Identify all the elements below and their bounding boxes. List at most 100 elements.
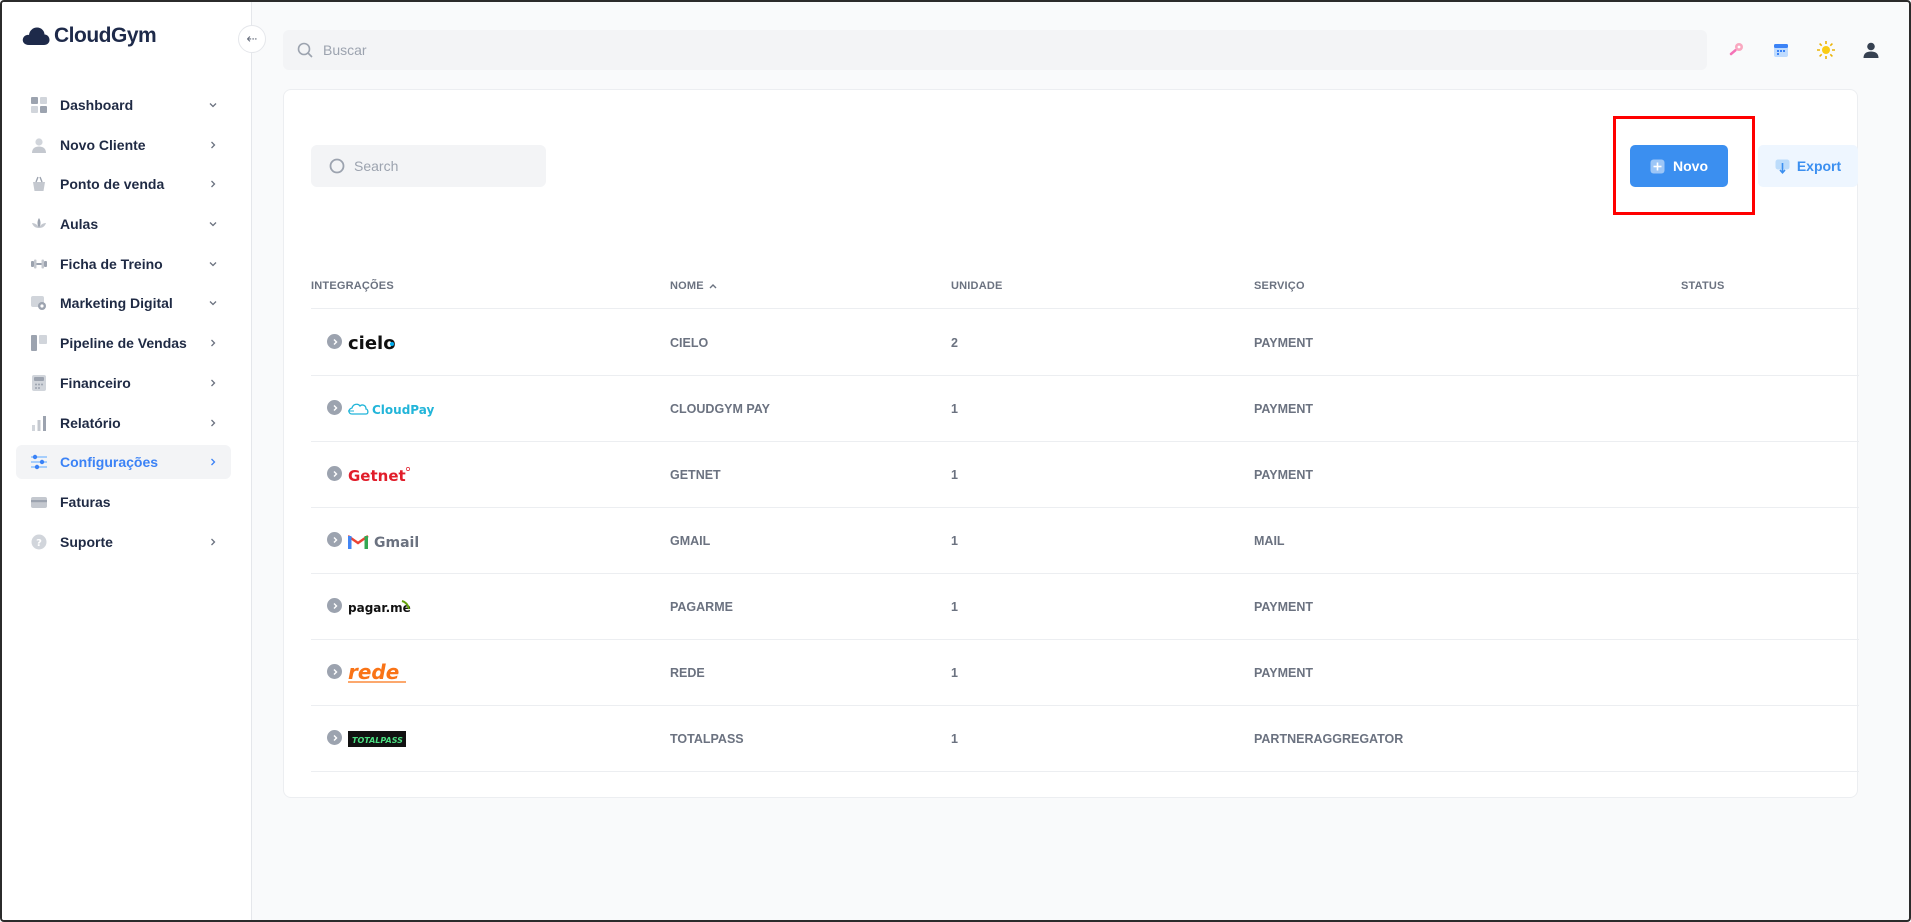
download-icon	[1775, 159, 1790, 174]
sliders-icon	[30, 453, 48, 471]
search-icon	[329, 158, 345, 173]
svg-text:?: ?	[36, 538, 42, 549]
cielo-logo-text: cielo	[348, 333, 396, 354]
cell-service: PAYMENT	[1254, 402, 1314, 416]
search-icon	[297, 42, 313, 58]
cell-name: GETNET	[670, 468, 721, 482]
header-status-label: STATUS	[1681, 280, 1725, 292]
getnet-logo-text: Getnet	[348, 467, 406, 485]
header-name-label: NOME	[670, 280, 704, 292]
sidebar-item-label: Relatório	[60, 414, 121, 431]
global-search-input[interactable]	[323, 42, 1623, 58]
chevron-right-icon	[207, 456, 219, 468]
header-service[interactable]: SERVIÇO	[1254, 279, 1305, 293]
header-unit[interactable]: UNIDADE	[951, 279, 1003, 293]
basket-icon	[30, 175, 48, 193]
table-search[interactable]	[311, 145, 546, 187]
sidebar: CloudGym Dashboard Novo Cliente Ponto de v…	[2, 2, 252, 920]
chevron-down-icon	[207, 218, 219, 230]
chevron-right-icon	[207, 178, 219, 190]
plus-square-icon	[1650, 159, 1665, 173]
expand-row-icon[interactable]	[327, 730, 342, 745]
getnet-logo: Getnet	[348, 442, 412, 508]
cell-unit: 2	[951, 336, 958, 350]
expand-row-icon[interactable]	[327, 400, 342, 415]
table-row[interactable]: cielo CIELO 2 PAYMENT	[311, 310, 1859, 376]
sidebar-item-label: Pipeline de Vendas	[60, 335, 187, 352]
pagarme-logo: pagar.me	[348, 574, 412, 640]
cell-service: PARTNERAGGREGATOR	[1254, 732, 1404, 746]
cell-unit: 1	[951, 600, 958, 614]
export-button[interactable]: Export	[1758, 145, 1858, 187]
sidebar-item-label: Suporte	[60, 533, 113, 550]
table-row[interactable]: TOTALPASS TOTALPASS 1 PARTNERAGGREGATOR	[311, 706, 1859, 772]
calculator-icon	[30, 374, 48, 392]
sidebar-item-financeiro[interactable]: Financeiro	[16, 366, 231, 400]
rede-logo: rede	[348, 640, 408, 706]
sidebar-item-pipeline-de-vendas[interactable]: Pipeline de Vendas	[16, 326, 231, 360]
key-icon[interactable]	[1722, 36, 1750, 64]
table-row[interactable]: rede REDE 1 PAYMENT	[311, 640, 1859, 706]
sidebar-item-label: Ficha de Treino	[60, 255, 163, 272]
sidebar-item-ponto-de-venda[interactable]: Ponto de venda	[16, 167, 231, 201]
rede-logo-text: rede	[348, 662, 399, 684]
export-button-label: Export	[1796, 158, 1842, 174]
header-status[interactable]: STATUS	[1681, 279, 1725, 293]
expand-row-icon[interactable]	[327, 466, 342, 481]
collapse-sidebar-button[interactable]: ⇠	[238, 25, 266, 53]
sidebar-item-label: Faturas	[60, 493, 111, 510]
cell-name: PAGARME	[670, 600, 733, 614]
header-name[interactable]: NOME	[670, 279, 718, 293]
sidebar-item-faturas[interactable]: Faturas	[16, 485, 231, 519]
table-row[interactable]: Gmail GMAIL 1 MAIL	[311, 508, 1859, 574]
cell-service: PAYMENT	[1254, 666, 1314, 680]
cloud-icon	[22, 27, 50, 45]
table-row[interactable]: CloudPay CLOUDGYM PAY 1 PAYMENT	[311, 376, 1859, 442]
gmail-logo-text: Gmail	[374, 535, 418, 551]
sidebar-item-ficha-de-treino[interactable]: Ficha de Treino	[16, 247, 231, 281]
user-profile-icon[interactable]	[1857, 36, 1885, 64]
cloudpay-logo-text: CloudPay	[372, 403, 434, 417]
expand-row-icon[interactable]	[327, 598, 342, 613]
table-row[interactable]: Getnet GETNET 1 PAYMENT	[311, 442, 1859, 508]
sidebar-item-label: Novo Cliente	[60, 136, 146, 153]
totalpass-logo: TOTALPASS	[348, 706, 406, 772]
chevron-down-icon	[207, 99, 219, 111]
sidebar-item-configuracoes[interactable]: Configurações	[16, 445, 231, 480]
sun-icon[interactable]	[1812, 36, 1840, 64]
table-search-input[interactable]	[354, 158, 534, 174]
header-integrations[interactable]: INTEGRAÇÕES	[311, 279, 394, 293]
lotus-icon	[30, 215, 48, 233]
gmail-logo: Gmail	[348, 508, 418, 574]
header-unit-label: UNIDADE	[951, 280, 1003, 292]
cell-name: REDE	[670, 666, 705, 680]
sidebar-item-novo-cliente[interactable]: Novo Cliente	[16, 128, 231, 162]
expand-row-icon[interactable]	[327, 664, 342, 679]
chevron-right-icon	[207, 337, 219, 349]
expand-row-icon[interactable]	[327, 334, 342, 349]
global-search[interactable]	[283, 30, 1707, 70]
calendar-icon[interactable]	[1767, 36, 1795, 64]
sidebar-item-aulas[interactable]: Aulas	[16, 207, 231, 241]
cell-name: CLOUDGYM PAY	[670, 402, 771, 416]
cell-unit: 1	[951, 534, 958, 548]
brand-logo[interactable]: CloudGym	[22, 24, 157, 48]
cell-name: TOTALPASS	[670, 732, 744, 746]
sidebar-item-relatorio[interactable]: Relatório	[16, 406, 231, 440]
sidebar-item-dashboard[interactable]: Dashboard	[16, 88, 231, 122]
new-integration-button[interactable]: Novo	[1630, 145, 1728, 187]
pipeline-icon	[30, 334, 48, 352]
header-integrations-label: INTEGRAÇÕES	[311, 280, 394, 292]
sidebar-item-suporte[interactable]: ? Suporte	[16, 525, 231, 559]
sidebar-item-label: Dashboard	[60, 97, 134, 113]
chevron-right-icon	[207, 377, 219, 389]
cell-unit: 1	[951, 732, 958, 746]
table-row[interactable]: pagar.me PAGARME 1 PAYMENT	[311, 574, 1859, 640]
header-service-label: SERVIÇO	[1254, 280, 1305, 292]
sidebar-item-marketing-digital[interactable]: Marketing Digital	[16, 286, 231, 320]
table-header: INTEGRAÇÕES NOME UNIDADE SERVIÇO STATUS	[311, 279, 1859, 309]
sidebar-item-label: Aulas	[60, 216, 99, 233]
expand-row-icon[interactable]	[327, 532, 342, 547]
chevron-down-icon	[207, 297, 219, 309]
cell-name: CIELO	[670, 336, 709, 350]
